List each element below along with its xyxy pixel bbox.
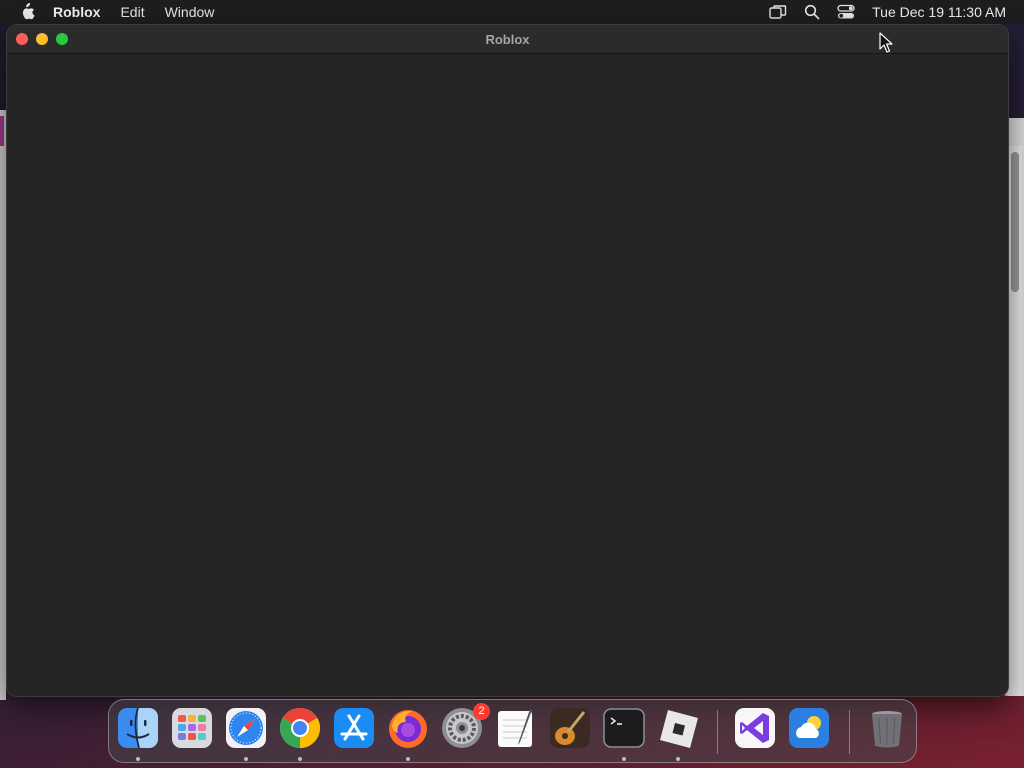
dock-separator xyxy=(849,710,850,754)
firefox-icon xyxy=(389,710,427,748)
window-content-area[interactable] xyxy=(7,55,1008,696)
launchpad-icon xyxy=(172,708,212,748)
minimize-window-button[interactable] xyxy=(36,33,48,45)
textedit-icon xyxy=(498,709,532,747)
running-indicator xyxy=(676,757,680,761)
running-indicator xyxy=(298,757,302,761)
window-titlebar[interactable]: Roblox xyxy=(7,25,1008,54)
menu-edit[interactable]: Edit xyxy=(120,4,144,20)
dock-item-visual-studio[interactable] xyxy=(733,706,777,750)
dock-item-weather[interactable] xyxy=(787,706,831,750)
dock-item-roblox[interactable] xyxy=(656,706,700,750)
window-title: Roblox xyxy=(485,32,530,47)
notification-badge: 2 xyxy=(473,703,490,720)
mouse-cursor-icon xyxy=(879,32,893,53)
dock-item-trash[interactable] xyxy=(865,706,909,750)
weather-icon xyxy=(789,708,829,748)
roblox-window: Roblox xyxy=(7,25,1008,696)
screen-mirroring-icon[interactable] xyxy=(768,3,788,21)
safari-icon xyxy=(226,708,266,748)
dock-item-textedit[interactable] xyxy=(494,706,538,750)
menu-window[interactable]: Window xyxy=(165,4,215,20)
garageband-icon xyxy=(550,708,590,748)
dock-item-garageband[interactable] xyxy=(548,706,592,750)
dock: 2 xyxy=(108,699,917,763)
dock-item-launchpad[interactable] xyxy=(170,706,214,750)
dock-item-system-settings[interactable]: 2 xyxy=(440,703,490,750)
background-window-left-edge xyxy=(0,110,6,700)
roblox-icon xyxy=(660,710,698,748)
trash-icon xyxy=(872,711,902,748)
maximize-window-button[interactable] xyxy=(56,33,68,45)
apple-menu-icon[interactable] xyxy=(18,3,36,21)
running-indicator xyxy=(244,757,248,761)
running-indicator xyxy=(136,757,140,761)
terminal-icon xyxy=(603,708,645,748)
control-center-icon[interactable] xyxy=(836,3,856,21)
menu-bar-clock[interactable]: Tue Dec 19 11:30 AM xyxy=(872,4,1006,20)
background-scrollbar-thumb[interactable] xyxy=(1011,152,1019,292)
menu-bar: Roblox Edit Window Tue Dec 19 11:30 AM xyxy=(0,0,1024,24)
dock-item-app-store[interactable] xyxy=(332,706,376,750)
app-store-icon xyxy=(334,708,374,748)
app-menu-roblox[interactable]: Roblox xyxy=(53,4,100,20)
chrome-icon xyxy=(280,708,320,748)
dock-item-chrome[interactable] xyxy=(278,706,322,750)
finder-icon xyxy=(118,707,158,749)
background-window-accent xyxy=(0,116,4,146)
visual-studio-icon xyxy=(735,708,775,748)
dock-item-finder[interactable] xyxy=(116,706,160,750)
dock-separator xyxy=(717,710,718,754)
dock-item-safari[interactable] xyxy=(224,706,268,750)
running-indicator xyxy=(622,757,626,761)
dock-item-firefox[interactable] xyxy=(386,706,430,750)
running-indicator xyxy=(406,757,410,761)
close-window-button[interactable] xyxy=(16,33,28,45)
spotlight-search-icon[interactable] xyxy=(802,3,822,21)
dock-item-terminal[interactable] xyxy=(602,706,646,750)
